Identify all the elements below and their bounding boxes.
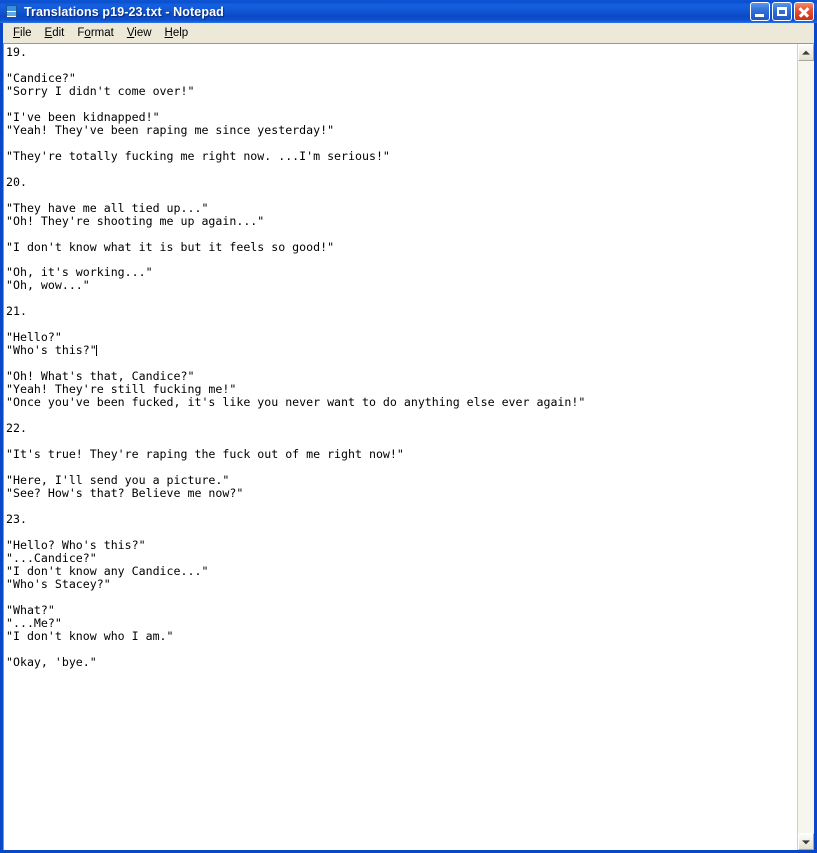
document-text-before-caret: 19. "Candice?" "Sorry I didn't come over… xyxy=(6,45,390,358)
scroll-up-arrow-icon[interactable] xyxy=(798,44,814,61)
edit-area-wrapper: 19. "Candice?" "Sorry I didn't come over… xyxy=(3,43,814,850)
scroll-down-arrow-icon[interactable] xyxy=(798,833,814,850)
notepad-document-icon xyxy=(4,4,20,20)
notepad-window: Translations p19-23.txt - Notepad File E… xyxy=(0,0,817,853)
client-area: File Edit Format View Help 19. "Candice?… xyxy=(3,23,814,850)
menu-item-file[interactable]: File xyxy=(7,25,39,41)
menu-bar: File Edit Format View Help xyxy=(3,23,814,43)
close-button[interactable] xyxy=(794,2,814,21)
text-editor[interactable]: 19. "Candice?" "Sorry I didn't come over… xyxy=(4,44,797,850)
scrollbar-track[interactable] xyxy=(798,61,814,833)
maximize-button[interactable] xyxy=(772,2,792,21)
menu-item-edit[interactable]: Edit xyxy=(39,25,72,41)
minimize-button[interactable] xyxy=(750,2,770,21)
vertical-scrollbar[interactable] xyxy=(797,44,814,850)
document-text: 19. "Candice?" "Sorry I didn't come over… xyxy=(6,46,797,669)
title-bar[interactable]: Translations p19-23.txt - Notepad xyxy=(0,0,817,23)
window-title: Translations p19-23.txt - Notepad xyxy=(24,4,224,19)
menu-item-help[interactable]: Help xyxy=(159,25,196,41)
window-controls xyxy=(750,2,814,21)
text-caret xyxy=(95,345,97,357)
menu-item-view[interactable]: View xyxy=(121,25,159,41)
menu-item-format[interactable]: Format xyxy=(71,25,120,41)
document-text-after-caret: "Oh! What's that, Candice?" "Yeah! They'… xyxy=(6,369,586,669)
